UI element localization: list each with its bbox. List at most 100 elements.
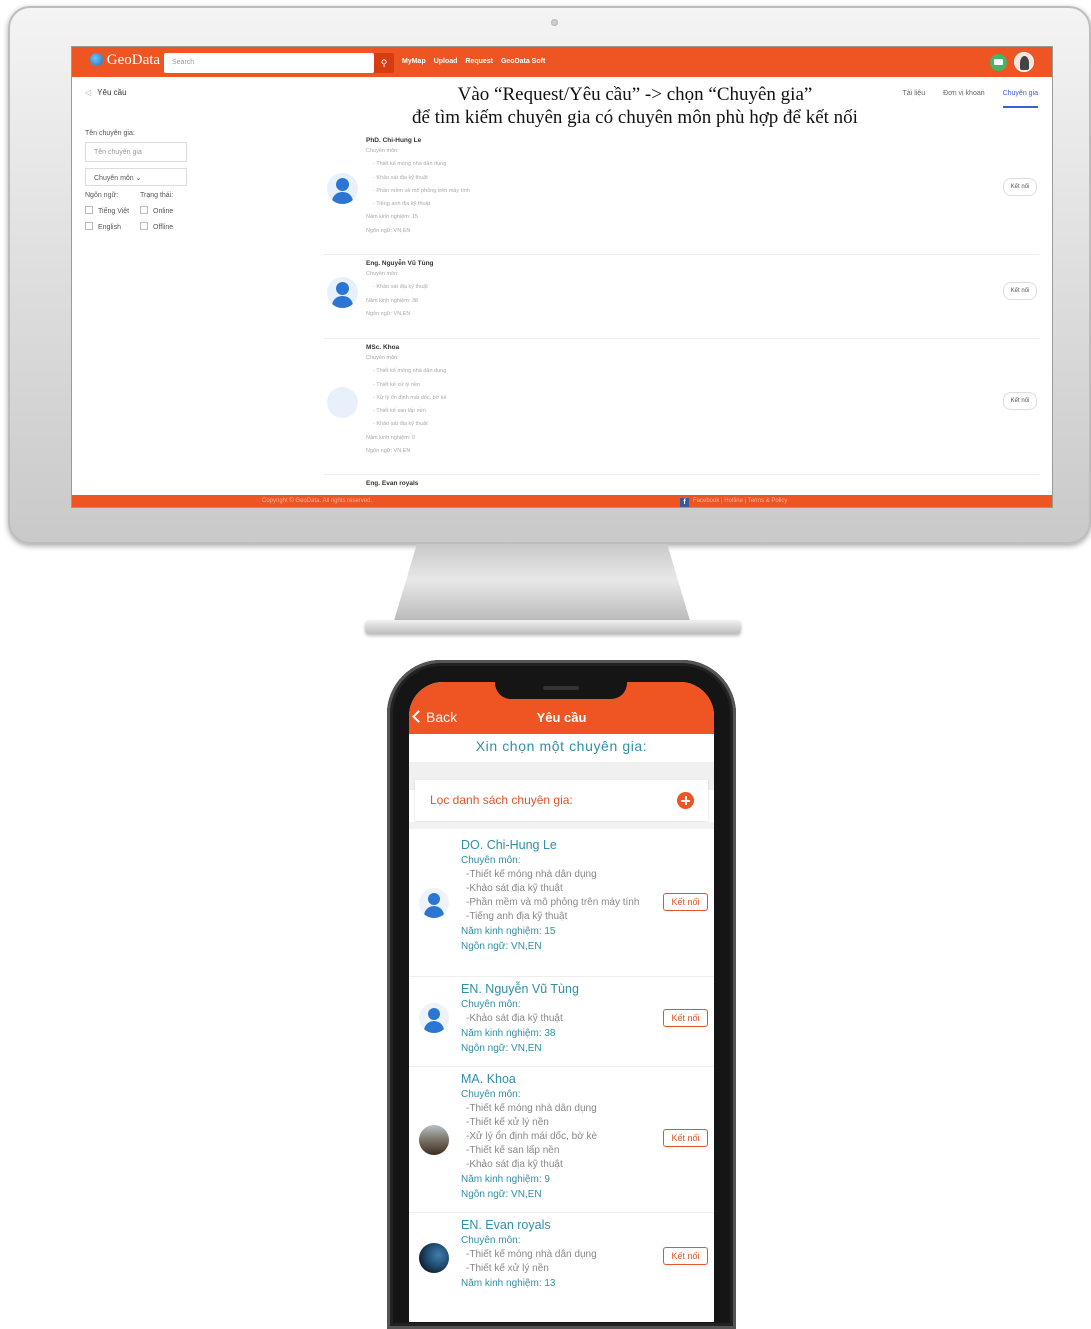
specialty-label: Chuyên môn: <box>366 355 399 361</box>
avatar-photo <box>419 1243 449 1273</box>
expert-name[interactable]: PhD. Chi-Hung Le <box>366 137 1039 144</box>
language-text: Ngôn ngữ: VN,EN <box>461 1189 542 1200</box>
skill-item: -Thiết kế móng nhà dân dụng <box>466 1103 597 1114</box>
experience-text: Năm kinh nghiệm: 38 <box>461 1028 556 1039</box>
person-icon <box>419 888 449 918</box>
nav-upload[interactable]: Upload <box>434 58 458 65</box>
phone-screen: Back Yêu cầu Xin chọn một chuyên gia: Lọ… <box>409 682 714 1322</box>
nav-geodata-soft[interactable]: GeoData Soft <box>501 58 545 65</box>
list-item: MA. Khoa Chuyên môn: -Thiết kế móng nhà … <box>409 1067 714 1213</box>
phone-frame: Back Yêu cầu Xin chọn một chuyên gia: Lọ… <box>387 660 736 1329</box>
connect-button[interactable]: Kết nối <box>1003 392 1037 410</box>
select-expert-prompt: Xin chọn một chuyên gia: <box>475 738 648 754</box>
person-icon <box>419 1003 449 1033</box>
megaphone-icon: ◁ <box>85 88 92 97</box>
skill-item: -Phần mềm và mô phỏng trên máy tính <box>466 897 640 908</box>
footer-bar: Copyright © GeoData. All rights reserved… <box>72 495 1052 507</box>
avatar-photo <box>419 1125 449 1155</box>
breadcrumb: ◁ Yêu cầu <box>85 88 127 97</box>
top-navbar: GeoData Search ⚲ MyMap Upload Request Ge… <box>72 47 1052 77</box>
nav-request[interactable]: Request <box>465 58 493 65</box>
skill-item: - Phần mềm và mô phỏng trên máy tính <box>373 187 470 194</box>
language-text: Ngôn ngữ: VN,EN <box>461 941 542 952</box>
list-item: EN. Nguyễn Vũ Tùng Chuyên môn: -Khảo sát… <box>409 977 714 1067</box>
experience-text: Năm kinh nghiệm: 9 <box>461 1174 550 1185</box>
skill-item: -Khảo sát địa kỹ thuật <box>466 1013 563 1024</box>
desktop-screen: GeoData Search ⚲ MyMap Upload Request Ge… <box>71 46 1053 508</box>
monitor-stand <box>393 544 691 624</box>
search-button[interactable]: ⚲ <box>374 53 394 73</box>
expert-name-label: Tên chuyên gia: <box>85 130 135 137</box>
monitor-base <box>365 620 741 634</box>
specialty-label: Chuyên môn: <box>461 855 521 866</box>
add-filter-icon[interactable] <box>677 792 694 809</box>
language-text: Ngôn ngữ: VN,EN <box>366 310 411 317</box>
expert-name[interactable]: DO. Chi-Hung Le <box>461 838 714 852</box>
expert-name[interactable]: MA. Khoa <box>461 1072 714 1086</box>
connect-button[interactable]: Kết nối <box>663 1247 708 1265</box>
language-text: Ngôn ngữ: VN,EN <box>461 1043 542 1054</box>
avatar <box>327 277 358 308</box>
connect-button[interactable]: Kết nối <box>1003 282 1037 300</box>
status-label: Trạng thái: <box>140 192 174 199</box>
instruction-caption: Vào “Request/Yêu cầu” -> chọn “Chuyên gi… <box>332 83 938 129</box>
expert-name[interactable]: MSc. Khoa <box>366 344 1039 351</box>
list-item: EN. Evan royals Chuyên môn: -Thiết kế mó… <box>409 1213 714 1299</box>
skill-item: -Thiết kế xử lý nền <box>466 1263 549 1274</box>
geodata-logo[interactable]: GeoData <box>90 52 160 69</box>
skill-item: -Thiết kế móng nhà dân dụng <box>466 1249 597 1260</box>
specialty-label: Chuyên môn: <box>461 1235 521 1246</box>
list-item: DO. Chi-Hung Le Chuyên môn: -Thiết kế mó… <box>409 833 714 977</box>
skill-item: - Thiết kế xử lý nền <box>373 381 420 388</box>
instruction-line-2: để tìm kiếm chuyên gia có chuyên môn phù… <box>412 107 858 128</box>
language-label: Ngôn ngữ: <box>85 192 119 199</box>
user-avatar[interactable] <box>1014 52 1034 72</box>
expert-name[interactable]: EN. Evan royals <box>461 1218 714 1232</box>
expert-row: PhD. Chi-Hung Le Chuyên môn: - Thiết kế … <box>324 132 1039 255</box>
checkbox-vietnamese[interactable]: Tiếng Việt <box>85 206 140 215</box>
expert-row: Eng. Nguyễn Vũ Tùng Chuyên môn: - Khảo s… <box>324 255 1039 339</box>
person-icon <box>327 277 358 308</box>
checkbox-english[interactable]: English <box>85 222 140 231</box>
chevron-down-icon: ⌄ <box>135 175 142 182</box>
expert-name-input[interactable]: Tên chuyên gia <box>85 142 187 162</box>
skill-item: -Xử lý ổn định mái dốc, bờ kè <box>466 1131 598 1142</box>
chat-icon[interactable] <box>990 54 1007 71</box>
avatar-photo <box>327 387 358 418</box>
search-input[interactable]: Search <box>164 53 374 73</box>
specialty-select[interactable]: Chuyên môn ⌄ <box>85 168 187 186</box>
tab-experts[interactable]: Chuyên gia <box>1002 90 1038 108</box>
skill-item: - Thiết kế san lấp nền <box>373 408 426 415</box>
facebook-icon[interactable]: f <box>680 498 689 507</box>
skill-item: - Khảo sát địa kỹ thuật <box>373 421 428 428</box>
expert-name[interactable]: Eng. Nguyễn Vũ Tùng <box>366 260 1039 267</box>
avatar <box>327 173 358 204</box>
connect-button[interactable]: Kết nối <box>663 893 708 911</box>
skill-item: -Thiết kế móng nhà dân dụng <box>466 869 597 880</box>
skill-item: -Khảo sát địa kỹ thuật <box>466 1159 563 1170</box>
tab-drilling-units[interactable]: Đơn vị khoan <box>943 90 985 97</box>
connect-button[interactable]: Kết nối <box>1003 178 1037 196</box>
filter-expert-list[interactable]: Lọc danh sách chuyên gia: <box>415 780 708 821</box>
person-icon <box>327 173 358 204</box>
expert-row: Eng. Evan royals <box>324 475 1039 497</box>
search-icon: ⚲ <box>380 58 388 68</box>
connect-button[interactable]: Kết nối <box>663 1009 708 1027</box>
experience-text: Năm kinh nghiệm: 15 <box>366 214 418 221</box>
connect-button[interactable]: Kết nối <box>663 1129 708 1147</box>
avatar <box>419 888 449 918</box>
skill-item: - Thiết kế móng nhà dân dụng <box>373 368 447 375</box>
checkbox-online[interactable]: Online <box>140 206 195 215</box>
phone-notch <box>495 682 627 699</box>
footer-links[interactable]: f Facebook | Hotline | Terms & Policy <box>680 498 787 507</box>
language-text: Ngôn ngữ: VN,EN <box>366 227 411 234</box>
specialty-label: Chuyên môn: <box>366 271 399 277</box>
language-text: Ngôn ngữ: VN,EN <box>366 448 411 455</box>
expert-name[interactable]: EN. Nguyễn Vũ Tùng <box>461 982 714 996</box>
checkbox-offline[interactable]: Offline <box>140 222 195 231</box>
skill-item: -Tiếng anh địa kỹ thuật <box>466 911 568 922</box>
expert-name[interactable]: Eng. Evan royals <box>366 480 1039 487</box>
skill-item: - Thiết kế móng nhà dân dụng <box>373 161 447 168</box>
nav-mymap[interactable]: MyMap <box>402 58 426 65</box>
page-title: Yêu cầu <box>536 710 587 725</box>
